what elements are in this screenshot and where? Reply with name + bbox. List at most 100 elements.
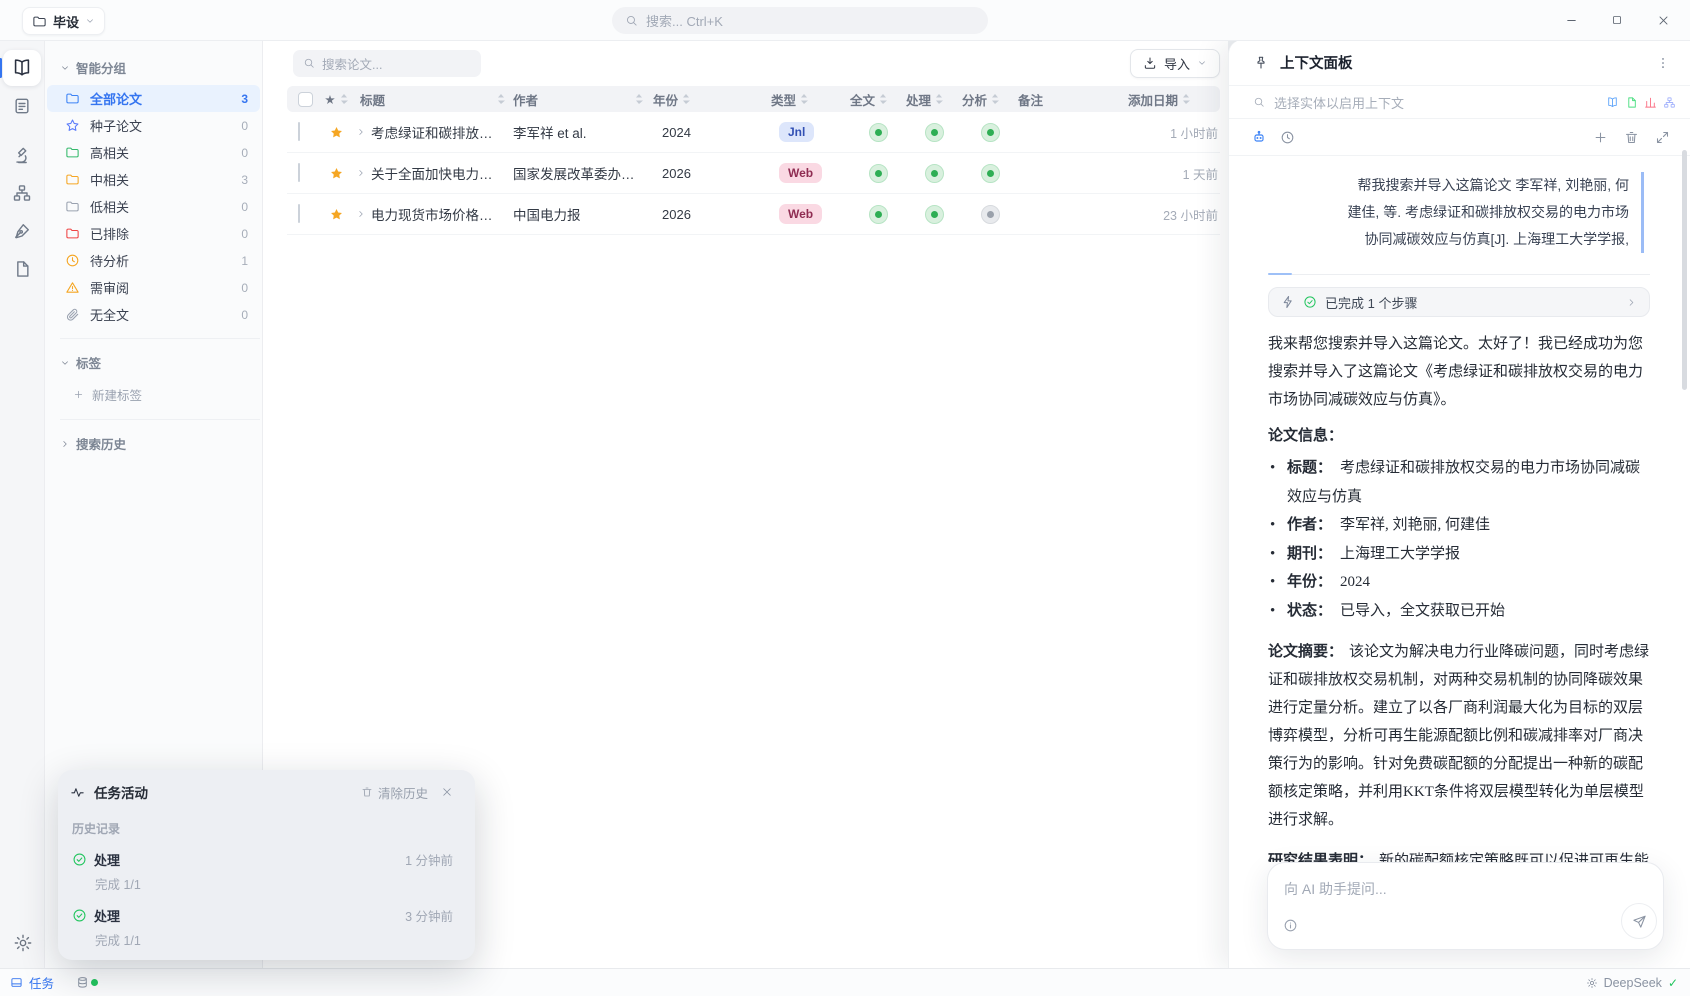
delete-chat-button[interactable] <box>1624 130 1639 145</box>
clear-history-button[interactable]: 清除历史 <box>361 783 428 802</box>
global-search[interactable]: 搜索... Ctrl+K <box>612 7 988 34</box>
table-row[interactable]: 电力现货市场价格波动： ... 中国电力报 2026 Web 23 小时前 <box>287 194 1220 235</box>
import-button[interactable]: 导入 <box>1130 49 1220 78</box>
plus-icon <box>1593 130 1608 145</box>
database-status[interactable] <box>76 976 89 989</box>
group-count: 0 <box>241 227 248 241</box>
paper-results: 研究结果表明：新的碳配额核定策略既可以促进可再生能源发展，控制供电成本增长 <box>1268 847 1650 862</box>
tasks-button[interactable]: 任务 <box>10 973 54 992</box>
paper-title[interactable]: 考虑绿证和碳排放权交易... <box>371 122 513 142</box>
row-checkbox[interactable] <box>298 163 300 182</box>
sidebar-group-item[interactable]: 需审阅 0 <box>47 274 260 301</box>
row-checkbox[interactable] <box>298 122 300 141</box>
chat-input-placeholder: 向 AI 助手提问... <box>1284 879 1387 899</box>
table-row[interactable]: 关于全面加快电力现货市... 国家发展改革委办公厅 et... 2026 Web… <box>287 153 1220 194</box>
select-all-checkbox[interactable] <box>298 92 313 107</box>
pin-icon[interactable] <box>1253 55 1269 71</box>
chat-input[interactable]: 向 AI 助手提问... <box>1267 862 1664 950</box>
more-options-icon[interactable] <box>1656 56 1670 70</box>
send-button[interactable] <box>1621 903 1657 939</box>
column-title[interactable]: 标题 <box>351 90 513 109</box>
check-circle-icon <box>72 852 87 867</box>
paper-author: 国家发展改革委办公厅 et... <box>513 163 653 183</box>
chevron-down-icon <box>60 358 70 368</box>
table-row[interactable]: 考虑绿证和碳排放权交易... 李军祥 et al. 2024 Jnl 1 小时前 <box>287 112 1220 153</box>
type-badge: Web <box>779 204 822 224</box>
robot-icon <box>1251 129 1267 145</box>
paper-title[interactable]: 关于全面加快电力现货市... <box>371 163 513 183</box>
group-count: 0 <box>241 200 248 214</box>
rail-documents-tab[interactable] <box>3 251 41 287</box>
search-history-header[interactable]: 搜索历史 <box>45 430 262 461</box>
rail-writing-tab[interactable] <box>3 213 41 249</box>
smart-groups-header[interactable]: 智能分组 <box>45 54 262 85</box>
column-added-date[interactable]: 添加日期 <box>1078 90 1220 109</box>
star-icon[interactable] <box>329 125 344 140</box>
new-chat-button[interactable] <box>1593 130 1608 145</box>
column-analysis[interactable]: 分析 <box>962 90 1018 109</box>
rail-notes-tab[interactable] <box>3 88 41 124</box>
rail-graph-tab[interactable] <box>3 175 41 211</box>
document-lines-icon <box>12 96 32 116</box>
column-year[interactable]: 年份 <box>653 90 771 109</box>
sidebar-group-item[interactable]: 无全文 0 <box>47 301 260 328</box>
column-note[interactable]: 备注 <box>1018 90 1078 109</box>
expand-row-icon[interactable] <box>356 209 366 219</box>
close-popup-button[interactable] <box>441 786 453 798</box>
sidebar-group-item[interactable]: 中相关 3 <box>47 166 260 193</box>
task-history-item[interactable]: 处理 1 分钟前 完成 1/1 <box>58 837 475 893</box>
sidebar-group-item[interactable]: 种子论文 0 <box>47 112 260 139</box>
sidebar-group-item[interactable]: 待分析 1 <box>47 247 260 274</box>
context-panel-header: 上下文面板 <box>1229 40 1690 85</box>
ai-agent-button[interactable] <box>1251 129 1267 145</box>
minimize-button[interactable] <box>1562 11 1580 29</box>
expand-row-icon[interactable] <box>356 168 366 178</box>
sidebar-group-item[interactable]: 低相关 0 <box>47 193 260 220</box>
rail-library-tab[interactable] <box>3 50 41 86</box>
sidebar-group-item[interactable]: 已排除 0 <box>47 220 260 247</box>
close-button[interactable] <box>1654 11 1672 29</box>
chat-scrollbar[interactable] <box>1682 150 1687 390</box>
chart-filter-icon[interactable] <box>1644 96 1657 109</box>
group-count: 0 <box>241 308 248 322</box>
file-filter-icon[interactable] <box>1625 96 1638 109</box>
task-history-item[interactable]: 处理 3 分钟前 完成 1/1 <box>58 893 475 949</box>
column-fulltext[interactable]: 全文 <box>850 90 906 109</box>
settings-button[interactable] <box>0 932 45 954</box>
star-icon[interactable] <box>329 207 344 222</box>
new-tag-button[interactable]: 新建标签 <box>45 380 262 409</box>
rail-research-tab[interactable] <box>3 137 41 173</box>
added-date: 23 小时前 <box>1078 205 1220 224</box>
group-count: 3 <box>241 92 248 106</box>
sort-icon <box>340 93 348 105</box>
paper-search-input[interactable]: 搜索论文... <box>293 50 481 77</box>
paper-year: 2026 <box>653 207 771 222</box>
column-process[interactable]: 处理 <box>906 90 962 109</box>
trash-icon <box>1624 130 1639 145</box>
paper-title[interactable]: 电力现货市场价格波动： ... <box>371 204 513 224</box>
tags-header[interactable]: 标签 <box>45 349 262 380</box>
check-circle-icon <box>1303 295 1317 309</box>
entity-search-input[interactable]: 选择实体以启用上下文 <box>1229 85 1690 119</box>
column-star[interactable]: ★ <box>321 92 351 107</box>
book-filter-icon[interactable] <box>1606 96 1619 109</box>
added-date: 1 小时前 <box>1078 123 1220 142</box>
row-checkbox[interactable] <box>298 204 300 223</box>
sidebar-group-item[interactable]: 全部论文 3 <box>47 85 260 112</box>
history-button[interactable] <box>1280 130 1295 145</box>
attach-context-icon[interactable] <box>1283 918 1298 933</box>
maximize-button[interactable] <box>1608 11 1626 29</box>
sidebar-group-item[interactable]: 高相关 0 <box>47 139 260 166</box>
project-switcher[interactable]: 毕设 <box>22 7 105 35</box>
graph-filter-icon[interactable] <box>1663 96 1676 109</box>
activity-pulse-icon <box>70 785 85 800</box>
column-author[interactable]: 作者 <box>513 90 653 109</box>
model-status[interactable]: DeepSeek ✓ <box>1586 976 1678 990</box>
star-icon[interactable] <box>329 166 344 181</box>
status-bar: 任务 DeepSeek ✓ <box>0 968 1690 996</box>
column-type[interactable]: 类型 <box>771 90 850 109</box>
expand-panel-button[interactable] <box>1655 130 1670 145</box>
completed-steps-toggle[interactable]: 已完成 1 个步骤 <box>1268 287 1650 317</box>
expand-row-icon[interactable] <box>356 127 366 137</box>
chat-thread[interactable]: 帮我搜索并导入这篇论文 李军祥, 刘艳丽, 何建佳, 等. 考虑绿证和碳排放权交… <box>1229 153 1690 862</box>
